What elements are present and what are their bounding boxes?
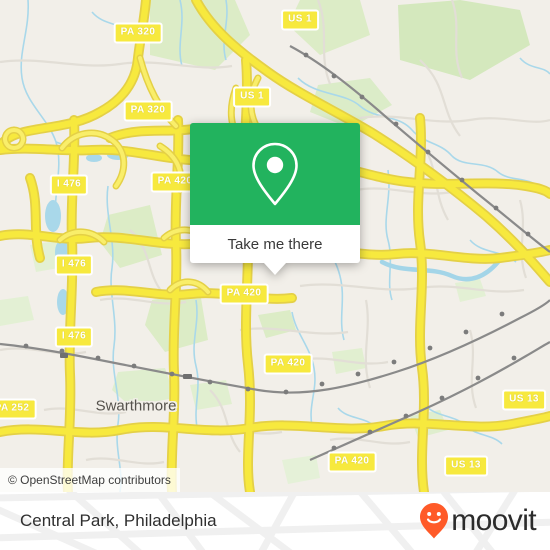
road-shield: US 13 (502, 389, 546, 411)
take-me-there-button[interactable]: Take me there (190, 225, 360, 263)
map-attribution[interactable]: © OpenStreetMap contributors (0, 468, 180, 492)
road-shield: PA 420 (327, 451, 377, 473)
road-shield: PA 320 (113, 22, 163, 44)
attribution-text: © OpenStreetMap contributors (8, 473, 171, 487)
popup-header (190, 123, 360, 225)
place-label: Swarthmore (95, 397, 177, 415)
road-shield: PA 252 (0, 398, 37, 420)
map-screen: PA 320 US 1 US 1 PA 320 I 476 PA 420 I 476 PA 4… (0, 0, 550, 550)
map-pin-icon (252, 142, 298, 206)
popup-tail (264, 263, 286, 275)
road-shield: I 476 (54, 254, 94, 276)
location-popup[interactable]: Take me there (190, 123, 360, 275)
moovit-logo[interactable]: moovit (419, 502, 537, 540)
road-shield: US 1 (281, 9, 319, 31)
map-canvas[interactable]: PA 320 US 1 US 1 PA 320 I 476 PA 420 I 476 PA 4… (0, 0, 550, 492)
bottom-bar: Central Park, Philadelphia moovit (0, 492, 550, 550)
road-shield: I 476 (49, 174, 89, 196)
road-shield: US 13 (444, 455, 488, 477)
road-shield: I 476 (54, 326, 94, 348)
road-shield: US 1 (233, 86, 271, 108)
road-shield: PA 420 (219, 283, 269, 305)
moovit-pin-icon (420, 503, 449, 539)
road-shield: PA 320 (123, 100, 173, 122)
take-me-there-label: Take me there (227, 235, 323, 253)
moovit-wordmark: moovit (451, 504, 536, 537)
place-title: Central Park, Philadelphia (20, 511, 217, 530)
road-shield: PA 420 (263, 353, 313, 375)
